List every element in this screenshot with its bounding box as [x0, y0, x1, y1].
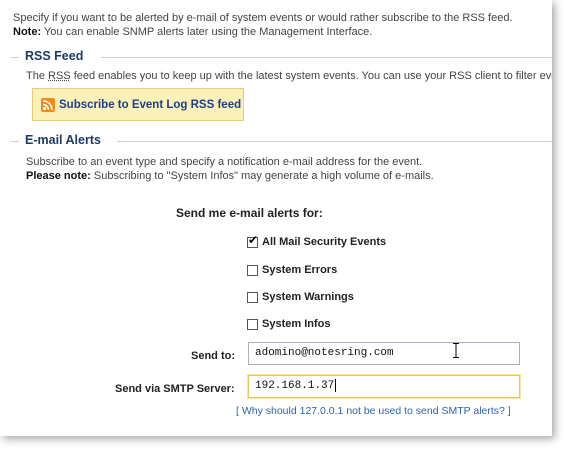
rss-desc-pre: The: [26, 70, 49, 82]
checkbox[interactable]: [247, 318, 258, 330]
section-divider: [11, 141, 19, 142]
option-label[interactable]: All Mail Security Events: [262, 236, 386, 248]
rss-section-header: RSS Feed: [11, 49, 552, 67]
send-to-label: Send to:: [191, 350, 235, 362]
smtp-server-value: 192.168.1.37: [255, 380, 335, 392]
email-note-text: Subscribing to "System Infos" may genera…: [90, 170, 434, 182]
subscribe-rss-button[interactable]: Subscribe to Event Log RSS feed: [32, 88, 244, 121]
alert-types-heading: Send me e-mail alerts for:: [176, 206, 323, 220]
rss-abbr: RSS: [48, 70, 71, 82]
option-system-infos[interactable]: System Infos: [247, 318, 330, 330]
text-caret: [335, 378, 337, 392]
email-section-title: E-mail Alerts: [25, 133, 107, 147]
smtp-help-link[interactable]: [ Why should 127.0.0.1 not be used to se…: [236, 405, 511, 417]
intro-text: Specify if you want to be alerted by e-m…: [13, 12, 513, 24]
subscribe-rss-label: Subscribe to Event Log RSS feed: [59, 98, 242, 111]
intro-note-label: Note:: [13, 26, 42, 38]
intro-note: Note: You can enable SNMP alerts later u…: [13, 25, 372, 39]
section-divider: [101, 57, 552, 58]
checkbox[interactable]: [247, 264, 258, 276]
section-divider: [117, 141, 552, 142]
rss-feed-icon: [41, 97, 55, 112]
section-divider: [11, 57, 19, 58]
checkmark-icon: ✔: [248, 232, 259, 247]
option-label[interactable]: System Errors: [262, 264, 337, 276]
text-cursor-icon: [453, 343, 459, 358]
email-note: Please note: Subscribing to "System Info…: [26, 169, 434, 183]
rss-desc-post: feed enables you to keep up with the lat…: [70, 70, 552, 82]
rss-section-title: RSS Feed: [25, 49, 90, 63]
rss-description: The RSS feed enables you to keep up with…: [26, 69, 552, 83]
email-section-header: E-mail Alerts: [11, 133, 552, 151]
option-label[interactable]: System Infos: [262, 318, 330, 330]
send-to-input[interactable]: adomino@notesring.com: [248, 342, 520, 365]
checkbox[interactable]: ✔: [247, 232, 259, 248]
email-description: Subscribe to an event type and specify a…: [26, 156, 423, 168]
email-note-label: Please note:: [26, 170, 91, 182]
alert-settings-panel: Specify if you want to be alerted by e-m…: [0, 0, 552, 436]
option-all-mail-security-events[interactable]: ✔ All Mail Security Events: [247, 232, 386, 248]
smtp-server-input[interactable]: 192.168.1.37: [248, 375, 520, 398]
option-label[interactable]: System Warnings: [262, 291, 354, 303]
option-system-errors[interactable]: System Errors: [247, 264, 337, 276]
option-system-warnings[interactable]: System Warnings: [247, 291, 354, 303]
checkbox[interactable]: [247, 291, 258, 303]
intro-note-text: You can enable SNMP alerts later using t…: [41, 26, 373, 38]
smtp-server-label: Send via SMTP Server:: [115, 383, 235, 395]
